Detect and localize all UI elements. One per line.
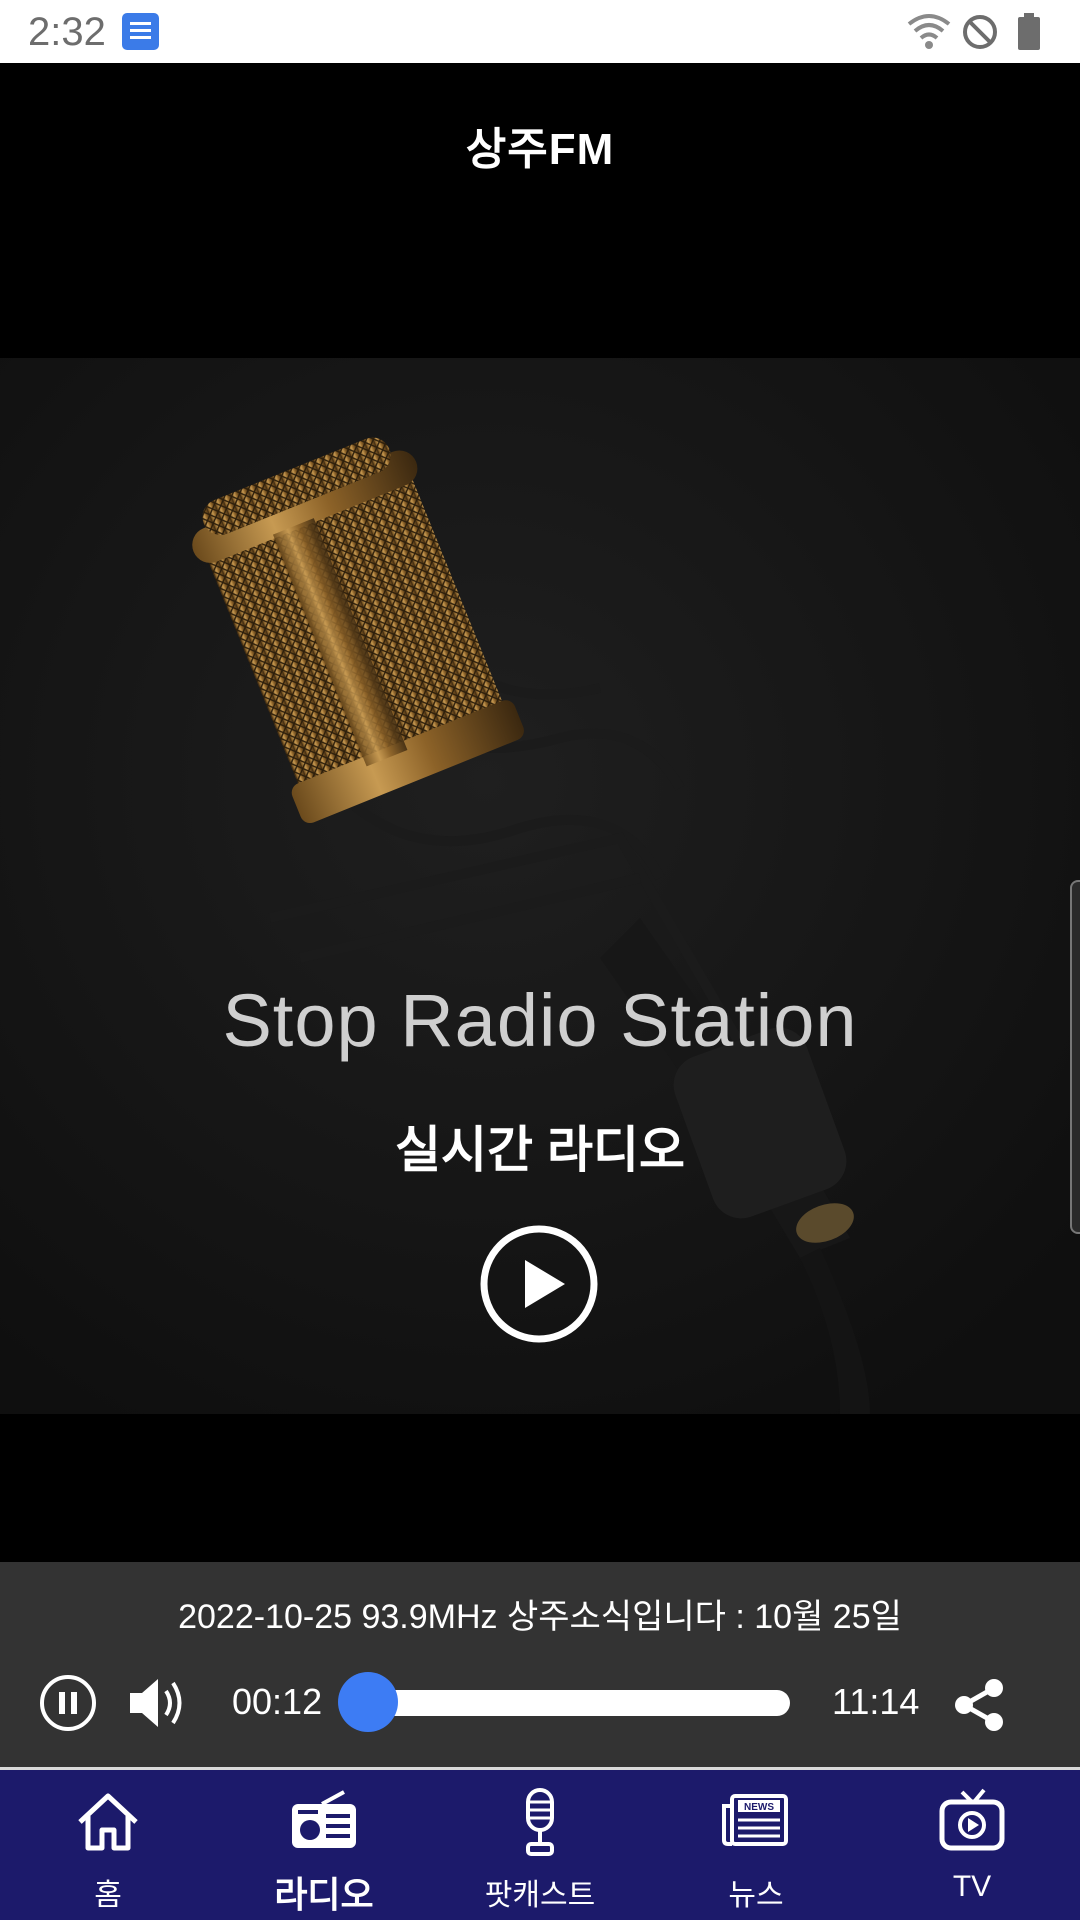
app-header: 상주FM — [0, 63, 1080, 358]
battery-icon — [1018, 13, 1040, 50]
nav-item-home[interactable]: 홈 — [0, 1770, 216, 1920]
nav-item-podcast[interactable]: 팟캐스트 — [432, 1770, 648, 1920]
hero-banner: Stop Radio Station 실시간 라디오 — [0, 358, 1080, 1414]
page-title: 상주FM — [465, 125, 615, 174]
wifi-icon — [907, 14, 951, 49]
screen: 2:32 상주FM Stop Radio Station 실시간 라디오 202… — [0, 0, 1080, 1920]
now-playing-title: 2022-10-25 93.9MHz 상주소식입니다 : 10월 25일 — [178, 1598, 902, 1636]
seek-bar[interactable] — [360, 1690, 790, 1716]
audio-player: 2022-10-25 93.9MHz 상주소식입니다 : 10월 25일 00:… — [0, 1562, 1080, 1770]
play-circle-icon[interactable] — [479, 1224, 599, 1344]
pause-button[interactable] — [38, 1673, 98, 1733]
edge-panel-handle[interactable] — [1070, 880, 1080, 1234]
status-bar: 2:32 — [0, 0, 1080, 63]
home-icon — [78, 1793, 138, 1851]
nav-item-tv[interactable]: TV — [864, 1770, 1080, 1920]
svg-text:NEWS: NEWS — [744, 1802, 774, 1813]
nav-label-tv: TV — [952, 1870, 992, 1903]
tv-icon — [939, 1788, 1005, 1851]
live-radio-label: 실시간 라디오 — [395, 1122, 685, 1178]
radio-icon — [292, 1790, 356, 1848]
bottom-navigation: 홈 라디오 팟캐스트 NEWS 뉴스 TV — [0, 1770, 1080, 1920]
volume-icon[interactable] — [126, 1671, 190, 1735]
seek-thumb[interactable] — [337, 1672, 398, 1732]
total-time: 11:14 — [832, 1681, 920, 1722]
spacer — [0, 1414, 1080, 1562]
nav-label-home: 홈 — [94, 1879, 122, 1912]
nav-label-news: 뉴스 — [728, 1879, 784, 1912]
microphone-icon — [526, 1788, 554, 1856]
app-notification-icon — [122, 13, 159, 50]
nav-label-radio: 라디오 — [274, 1874, 374, 1915]
share-icon[interactable] — [950, 1676, 1008, 1734]
status-icons — [906, 12, 1056, 52]
status-time: 2:32 — [28, 10, 106, 54]
news-icon: NEWS — [722, 1794, 788, 1846]
current-time: 00:12 — [232, 1681, 323, 1722]
station-name: Stop Radio Station — [222, 979, 858, 1062]
nav-label-podcast: 팟캐스트 — [484, 1879, 596, 1912]
nav-item-radio[interactable]: 라디오 — [216, 1770, 432, 1920]
nav-item-news[interactable]: NEWS 뉴스 — [648, 1770, 864, 1920]
do-not-disturb-icon — [963, 15, 997, 49]
